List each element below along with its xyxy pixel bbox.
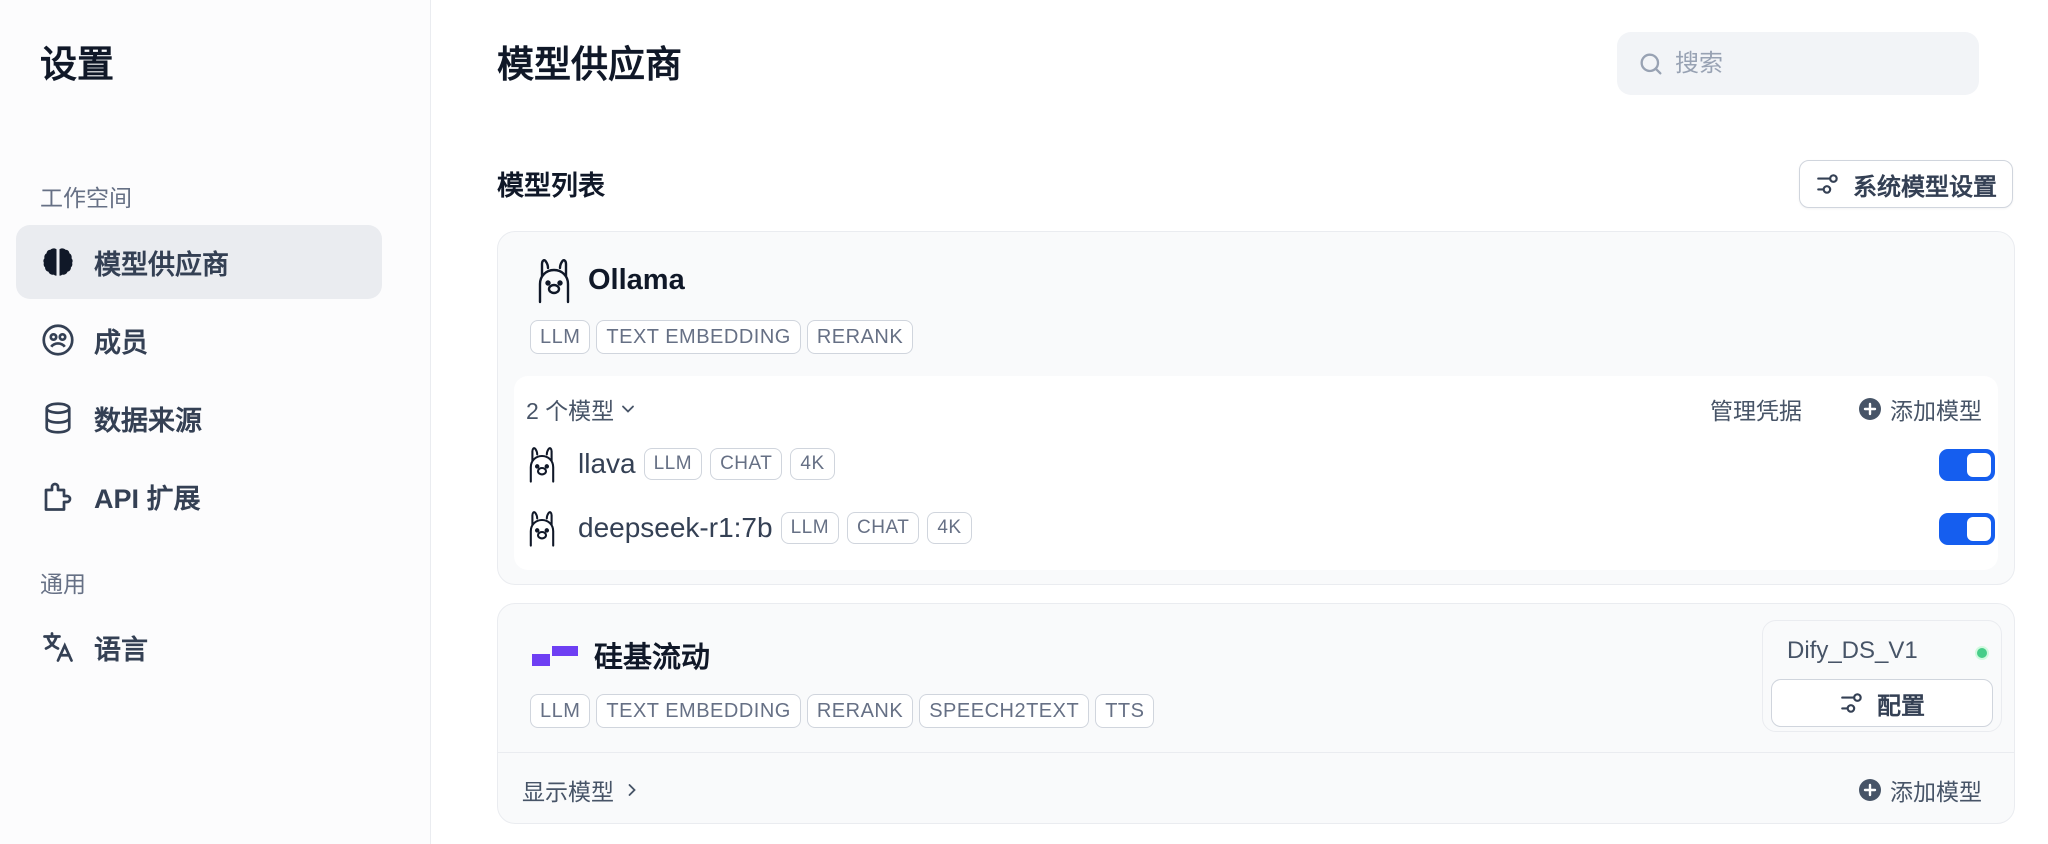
sidebar-item-language[interactable]: 语言 bbox=[16, 610, 382, 684]
chevron-right-icon bbox=[628, 784, 636, 796]
provider-tags: LLM TEXT EMBEDDING RERANK SPEECH2TEXT TT… bbox=[530, 694, 1155, 728]
model-row-deepseek: deepseek-r1:7b LLM CHAT 4K bbox=[526, 508, 972, 548]
tag: LLM bbox=[530, 694, 591, 728]
model-row-llava: llava LLM CHAT 4K bbox=[526, 444, 835, 484]
provider-card-ollama: Ollama LLM TEXT EMBEDDING RERANK 2 个模型 管… bbox=[497, 231, 2015, 585]
configure-label: 配置 bbox=[1877, 692, 1925, 720]
sidebar-title: 设置 bbox=[40, 44, 114, 85]
sidebar-item-data-source[interactable]: 数据来源 bbox=[16, 381, 382, 455]
sidebar-item-model-provider[interactable]: 模型供应商 bbox=[16, 225, 382, 299]
tag: RERANK bbox=[806, 694, 914, 728]
tag: SPEECH2TEXT bbox=[919, 694, 1090, 728]
tag: CHAT bbox=[710, 448, 783, 480]
model-toggle-deepseek[interactable] bbox=[1939, 513, 1995, 545]
models-panel: 2 个模型 管理凭据 添加模型 llava LLM CHAT 4K deepse… bbox=[514, 376, 1998, 570]
add-model-label: 添加模型 bbox=[1890, 398, 1982, 424]
tag: CHAT bbox=[847, 512, 920, 544]
main-content: 模型供应商 模型列表 系统模型设置 Ollama LLM TEXT EMBEDD… bbox=[431, 0, 2048, 844]
tag: RERANK bbox=[806, 320, 914, 354]
model-name: deepseek-r1:7b bbox=[578, 512, 773, 543]
model-name: llava bbox=[578, 448, 636, 479]
sidebar-item-api-extension[interactable]: API 扩展 bbox=[16, 459, 382, 533]
provider-header: 硅基流动 bbox=[530, 634, 710, 676]
tag: TEXT EMBEDDING bbox=[596, 320, 801, 354]
add-model-button[interactable]: 添加模型 bbox=[1858, 392, 1982, 426]
translate-icon bbox=[43, 632, 73, 662]
tag: TEXT EMBEDDING bbox=[596, 694, 801, 728]
brain-icon bbox=[43, 248, 73, 276]
database-icon bbox=[45, 402, 71, 434]
llama-icon bbox=[538, 259, 570, 304]
tag: LLM bbox=[643, 448, 703, 480]
sidebar: 设置 工作空间 模型供应商 成员 数据来源 API 扩展 通用 语言 bbox=[0, 0, 431, 844]
sidebar-item-members[interactable]: 成员 bbox=[16, 303, 382, 377]
provider-name: 硅基流动 bbox=[594, 642, 711, 674]
siliconflow-logo bbox=[532, 646, 578, 666]
settings-sliders-icon bbox=[1841, 693, 1862, 713]
settings-sliders-icon bbox=[1817, 174, 1838, 194]
search-box[interactable] bbox=[1617, 32, 1979, 95]
sidebar-item-label: 数据来源 bbox=[94, 405, 202, 436]
model-list-title: 模型列表 bbox=[497, 171, 605, 201]
tag: TTS bbox=[1095, 694, 1155, 728]
show-models-button[interactable]: 显示模型 bbox=[522, 773, 642, 807]
tag: LLM bbox=[530, 320, 591, 354]
provider-card-siliconflow: 硅基流动 LLM TEXT EMBEDDING RERANK SPEECH2TE… bbox=[497, 603, 2015, 824]
llama-icon bbox=[529, 511, 555, 547]
page-title: 模型供应商 bbox=[497, 44, 682, 85]
show-models-label: 显示模型 bbox=[522, 779, 614, 805]
plus-circle-icon bbox=[1859, 398, 1881, 420]
configure-button[interactable]: 配置 bbox=[1771, 679, 1993, 727]
models-count-label: 2 个模型 bbox=[526, 398, 615, 424]
search-icon bbox=[1640, 53, 1662, 75]
puzzle-icon bbox=[44, 482, 72, 511]
search-input[interactable] bbox=[1675, 49, 1955, 78]
tag: 4K bbox=[790, 448, 835, 480]
sidebar-item-label: 语言 bbox=[94, 634, 148, 665]
sidebar-group-general: 通用 bbox=[40, 571, 86, 597]
system-model-settings-button[interactable]: 系统模型设置 bbox=[1799, 160, 2013, 208]
chevron-down-icon bbox=[622, 405, 635, 413]
system-model-settings-label: 系统模型设置 bbox=[1853, 173, 1997, 201]
manage-credentials-button[interactable]: 管理凭据 bbox=[1710, 392, 1802, 426]
sidebar-item-label: 模型供应商 bbox=[94, 249, 229, 280]
add-model-label: 添加模型 bbox=[1890, 779, 1982, 805]
provider-tags: LLM TEXT EMBEDDING RERANK bbox=[530, 320, 914, 354]
members-icon bbox=[42, 324, 74, 356]
provider-header: Ollama bbox=[534, 256, 685, 304]
sidebar-group-workspace: 工作空间 bbox=[40, 185, 132, 211]
sidebar-item-label: 成员 bbox=[94, 327, 148, 358]
status-indicator bbox=[1975, 646, 1989, 660]
models-count-toggle[interactable]: 2 个模型 bbox=[526, 392, 638, 426]
model-toggle-llava[interactable] bbox=[1939, 449, 1995, 481]
add-model-button[interactable]: 添加模型 bbox=[1858, 773, 1982, 807]
credential-panel: Dify_DS_V1 配置 bbox=[1762, 620, 2002, 732]
credential-name: Dify_DS_V1 bbox=[1787, 637, 1918, 664]
tag: LLM bbox=[780, 512, 840, 544]
llama-icon bbox=[529, 447, 555, 483]
provider-name: Ollama bbox=[588, 263, 685, 296]
sidebar-item-label: API 扩展 bbox=[94, 483, 201, 514]
plus-circle-icon bbox=[1859, 779, 1881, 801]
tag: 4K bbox=[927, 512, 972, 544]
card-footer: 显示模型 添加模型 bbox=[498, 752, 2014, 824]
